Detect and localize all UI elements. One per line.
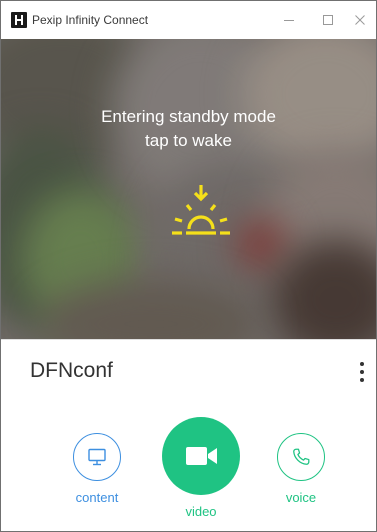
- monitor-icon: [88, 448, 106, 466]
- maximize-icon: [323, 15, 333, 25]
- video-camera-icon: [186, 447, 217, 465]
- divider: [1, 339, 376, 340]
- voice-label: voice: [285, 490, 317, 505]
- tap-to-wake-text: tap to wake: [145, 131, 232, 150]
- more-vertical-icon: [360, 362, 364, 382]
- title-bar[interactable]: Pexip Infinity Connect: [1, 1, 376, 39]
- standby-message: Entering standby mode: [101, 107, 276, 126]
- conference-name: DFNconf: [30, 359, 113, 382]
- phone-icon: [293, 448, 310, 465]
- minimize-icon: [284, 20, 294, 21]
- window-title: Pexip Infinity Connect: [32, 13, 149, 27]
- content-button[interactable]: [73, 433, 121, 481]
- video-button[interactable]: [162, 417, 240, 495]
- pexip-logo-icon: [11, 12, 27, 28]
- video-label: video: [185, 504, 217, 519]
- more-options-button[interactable]: [350, 358, 374, 386]
- content-label: content: [75, 490, 119, 505]
- app-window: Pexip Infinity Connect Entering standby …: [0, 0, 377, 532]
- minimize-button[interactable]: [269, 1, 309, 39]
- close-icon: [355, 15, 365, 25]
- standby-overlay[interactable]: Entering standby mode tap to wake: [1, 39, 376, 339]
- sunrise-icon: [172, 185, 230, 235]
- voice-button[interactable]: [277, 433, 325, 481]
- close-button[interactable]: [340, 1, 377, 39]
